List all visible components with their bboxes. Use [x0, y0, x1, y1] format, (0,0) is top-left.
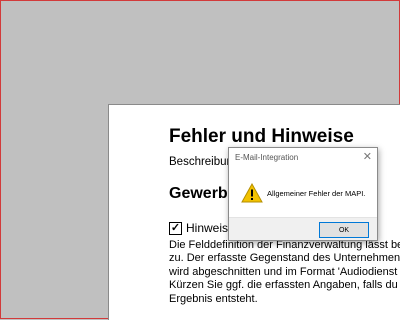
hint-checkbox[interactable]: ✓: [169, 221, 182, 235]
paragraph-line: wird abgeschnitten und im Format 'Audiod…: [169, 265, 398, 278]
ok-button[interactable]: OK: [319, 222, 369, 238]
paragraph-line: Die Felddefinition der Finanzverwaltung …: [169, 239, 400, 251]
hint-checkbox-label: Hinweis: [186, 221, 229, 235]
hint-checkbox-row[interactable]: ✓ Hinweis: [169, 221, 228, 235]
dialog-title: E-Mail-Integration: [235, 153, 299, 162]
paragraph-line: Kürzen Sie ggf. die erfassten Angaben, f…: [169, 279, 398, 292]
section-heading: Gewerbe: [169, 185, 237, 202]
dialog-footer: OK: [229, 217, 377, 240]
error-dialog: E-Mail-Integration ✕ Allgemeiner Fehler …: [228, 147, 378, 241]
dialog-message: Allgemeiner Fehler der MAPI.: [267, 189, 366, 198]
description-label: Beschreibur: [169, 156, 231, 168]
page-title: Fehler und Hinweise: [169, 126, 354, 147]
close-icon[interactable]: ✕: [363, 150, 372, 163]
paragraph-line: Ergebnis entsteht.: [169, 292, 258, 305]
paragraph-line: zu. Der erfasste Gegenstand des Unterneh…: [169, 252, 400, 265]
hint-paragraph: Die Felddefinition der Finanzverwaltung …: [169, 239, 400, 306]
warning-icon: [241, 182, 263, 208]
